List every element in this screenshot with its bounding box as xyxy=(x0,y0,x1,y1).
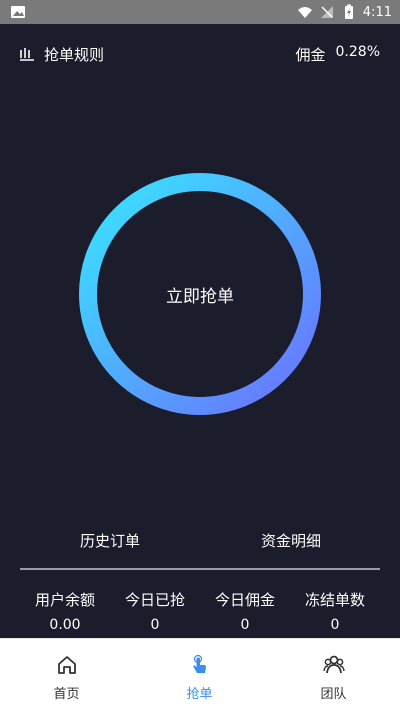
commission-rate: 佣金 0.28% xyxy=(296,44,381,65)
rules-link[interactable]: 抢单规则 xyxy=(18,44,104,65)
stat-value: 0.00 xyxy=(49,617,81,633)
rules-icon xyxy=(18,46,36,64)
tab-home[interactable]: 首页 xyxy=(0,639,133,712)
stat-label: 今日佣金 xyxy=(214,591,275,609)
grab-order-ring[interactable]: 立即抢单 xyxy=(78,172,322,416)
battery-charging-icon xyxy=(341,4,357,20)
stat-label: 冻结单数 xyxy=(304,591,365,609)
stat-today-commission: 今日佣金 0 xyxy=(200,590,290,635)
tab-grab-order[interactable]: 抢单 xyxy=(133,639,266,712)
grab-order-button[interactable]: 立即抢单 xyxy=(78,172,322,416)
tab-team[interactable]: 团队 xyxy=(267,639,400,712)
wifi-icon xyxy=(297,4,313,20)
status-time: 4:11 xyxy=(362,4,392,20)
stats-row: 用户余额 0.00 今日已抢 0 今日佣金 0 冻结单数 0 xyxy=(0,590,400,638)
gallery-notification-icon xyxy=(10,4,26,20)
home-icon xyxy=(56,654,78,676)
stat-frozen-orders: 冻结单数 0 xyxy=(290,590,380,635)
status-bar: 4:11 xyxy=(0,0,400,24)
link-row: 历史订单 资金明细 xyxy=(0,526,400,556)
commission-label: 佣金 xyxy=(295,46,326,64)
no-signal-icon xyxy=(319,4,335,20)
top-bar: 抢单规则 佣金 0.28% xyxy=(0,24,400,86)
stat-today-grabbed: 今日已抢 0 xyxy=(110,590,200,635)
stat-value: 0 xyxy=(330,617,340,633)
fund-details-link[interactable]: 资金明细 xyxy=(261,530,321,551)
rules-label: 抢单规则 xyxy=(44,46,105,64)
history-orders-link[interactable]: 历史订单 xyxy=(80,530,140,551)
stat-label: 用户余额 xyxy=(34,591,95,609)
tap-hand-icon xyxy=(189,654,211,676)
stat-value: 0 xyxy=(240,617,250,633)
stat-label: 今日已抢 xyxy=(124,591,185,609)
tab-label: 抢单 xyxy=(186,687,213,702)
divider xyxy=(20,568,380,570)
tab-label: 团队 xyxy=(320,687,347,702)
team-icon xyxy=(322,654,345,676)
tab-label: 首页 xyxy=(53,687,80,702)
bottom-tab-bar: 首页 抢单 团队 xyxy=(0,638,400,712)
commission-value: 0.28% xyxy=(335,44,380,60)
stat-user-balance: 用户余额 0.00 xyxy=(20,590,110,635)
stat-value: 0 xyxy=(150,617,160,633)
